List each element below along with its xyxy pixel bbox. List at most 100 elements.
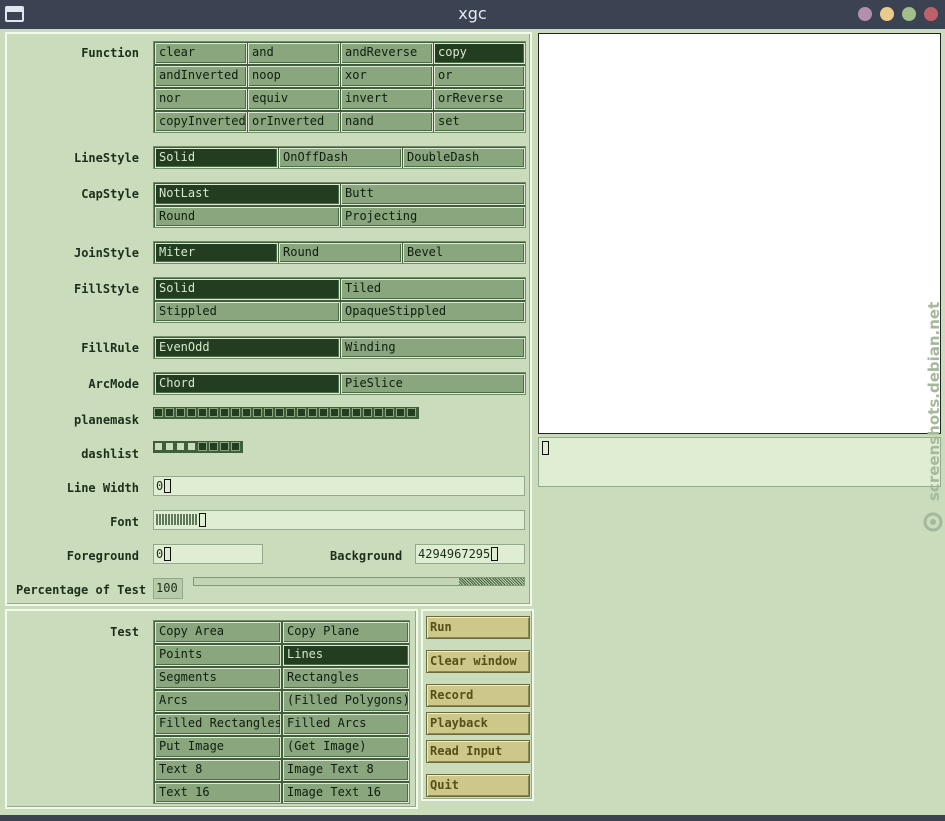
planemask-bit[interactable] <box>165 408 174 417</box>
quit-button[interactable]: Quit <box>426 774 530 797</box>
fillstyle-option-opaquestippled[interactable]: OpaqueStippled <box>341 302 525 322</box>
joinstyle-option-bevel[interactable]: Bevel <box>403 243 525 263</box>
function-option-or[interactable]: or <box>434 66 525 87</box>
planemask-bit[interactable] <box>198 408 207 417</box>
planemask-bit[interactable] <box>231 408 240 417</box>
planemask-bits[interactable] <box>153 407 419 419</box>
planemask-bit[interactable] <box>407 408 416 417</box>
function-option-copyinverted[interactable]: copyInverted <box>155 112 247 132</box>
dashlist-bit[interactable] <box>209 442 218 451</box>
background-input[interactable]: 4294967295 <box>415 544 525 564</box>
function-option-and[interactable]: and <box>248 43 340 64</box>
dashlist-bit[interactable] <box>165 442 174 451</box>
function-option-nor[interactable]: nor <box>155 89 247 110</box>
function-option-invert[interactable]: invert <box>341 89 433 110</box>
linestyle-option-solid[interactable]: Solid <box>155 148 278 168</box>
minimize-button[interactable] <box>858 7 872 21</box>
test-option-text-16[interactable]: Text 16 <box>155 783 281 803</box>
linestyle-option-doubledash[interactable]: DoubleDash <box>403 148 525 168</box>
planemask-bit[interactable] <box>253 408 262 417</box>
planemask-bit[interactable] <box>330 408 339 417</box>
function-option-xor[interactable]: xor <box>341 66 433 87</box>
function-option-clear[interactable]: clear <box>155 43 247 64</box>
test-option-lines[interactable]: Lines <box>283 645 409 666</box>
fillstyle-option-tiled[interactable]: Tiled <box>341 279 525 300</box>
test-option-image-text-16[interactable]: Image Text 16 <box>283 783 409 803</box>
font-input[interactable] <box>153 510 525 530</box>
playback-button[interactable]: Playback <box>426 712 530 735</box>
planemask-bit[interactable] <box>209 408 218 417</box>
function-option-orreverse[interactable]: orReverse <box>434 89 525 110</box>
dashlist-bit[interactable] <box>176 442 185 451</box>
drawing-canvas[interactable] <box>538 33 941 434</box>
joinstyle-option-round[interactable]: Round <box>279 243 402 263</box>
read-input-button[interactable]: Read Input <box>426 740 530 763</box>
function-option-andinverted[interactable]: andInverted <box>155 66 247 87</box>
run-button[interactable]: Run <box>426 616 530 639</box>
linestyle-option-onoffdash[interactable]: OnOffDash <box>279 148 402 168</box>
planemask-bit[interactable] <box>187 408 196 417</box>
test-option-rectangles[interactable]: Rectangles <box>283 668 409 689</box>
capstyle-option-round[interactable]: Round <box>155 207 340 227</box>
function-option-equiv[interactable]: equiv <box>248 89 340 110</box>
result-output[interactable] <box>538 437 941 487</box>
planemask-bit[interactable] <box>352 408 361 417</box>
capstyle-option-butt[interactable]: Butt <box>341 184 525 205</box>
test-option-image-text-8[interactable]: Image Text 8 <box>283 760 409 781</box>
test-option-copy-area[interactable]: Copy Area <box>155 622 281 643</box>
dashlist-bit[interactable] <box>154 442 163 451</box>
planemask-bit[interactable] <box>363 408 372 417</box>
arcmode-option-pieslice[interactable]: PieSlice <box>341 374 525 394</box>
test-option-arcs[interactable]: Arcs <box>155 691 281 712</box>
test-option-text-8[interactable]: Text 8 <box>155 760 281 781</box>
test-option-get-image[interactable]: (Get Image) <box>283 737 409 758</box>
fillrule-option-winding[interactable]: Winding <box>341 338 525 358</box>
planemask-bit[interactable] <box>220 408 229 417</box>
dashlist-bit[interactable] <box>220 442 229 451</box>
function-option-andreverse[interactable]: andReverse <box>341 43 433 64</box>
fillstyle-option-stippled[interactable]: Stippled <box>155 302 340 322</box>
capstyle-option-projecting[interactable]: Projecting <box>341 207 525 227</box>
arcmode-option-chord[interactable]: Chord <box>155 374 340 394</box>
planemask-bit[interactable] <box>341 408 350 417</box>
percentage-slider-thumb[interactable] <box>459 578 524 585</box>
fillstyle-option-solid[interactable]: Solid <box>155 279 340 300</box>
planemask-bit[interactable] <box>385 408 394 417</box>
close-button[interactable] <box>924 7 938 21</box>
function-option-nand[interactable]: nand <box>341 112 433 132</box>
planemask-bit[interactable] <box>319 408 328 417</box>
test-option-filled-rectangles[interactable]: Filled Rectangles <box>155 714 281 735</box>
test-option-segments[interactable]: Segments <box>155 668 281 689</box>
function-option-copy[interactable]: copy <box>434 43 525 64</box>
planemask-bit[interactable] <box>396 408 405 417</box>
planemask-bit[interactable] <box>176 408 185 417</box>
planemask-bit[interactable] <box>275 408 284 417</box>
test-option-filled-polygons[interactable]: (Filled Polygons) <box>283 691 409 712</box>
dashlist-bit[interactable] <box>187 442 196 451</box>
test-option-points[interactable]: Points <box>155 645 281 666</box>
planemask-bit[interactable] <box>308 408 317 417</box>
record-button[interactable]: Record <box>426 684 530 707</box>
planemask-bit[interactable] <box>374 408 383 417</box>
test-option-filled-arcs[interactable]: Filled Arcs <box>283 714 409 735</box>
test-option-copy-plane[interactable]: Copy Plane <box>283 622 409 643</box>
planemask-bit[interactable] <box>154 408 163 417</box>
planemask-bit[interactable] <box>297 408 306 417</box>
dashlist-bit[interactable] <box>231 442 240 451</box>
function-option-orinverted[interactable]: orInverted <box>248 112 340 132</box>
clear-window-button[interactable]: Clear window <box>426 650 530 673</box>
dashlist-bits[interactable] <box>153 441 243 453</box>
linewidth-input[interactable]: 0 <box>153 476 525 496</box>
capstyle-option-notlast[interactable]: NotLast <box>155 184 340 205</box>
planemask-bit[interactable] <box>242 408 251 417</box>
maximize-button[interactable] <box>880 7 894 21</box>
restore-button[interactable] <box>902 7 916 21</box>
fillrule-option-evenodd[interactable]: EvenOdd <box>155 338 340 358</box>
percentage-slider[interactable] <box>193 577 525 586</box>
function-option-noop[interactable]: noop <box>248 66 340 87</box>
dashlist-bit[interactable] <box>198 442 207 451</box>
joinstyle-option-miter[interactable]: Miter <box>155 243 278 263</box>
test-option-put-image[interactable]: Put Image <box>155 737 281 758</box>
function-option-set[interactable]: set <box>434 112 525 132</box>
planemask-bit[interactable] <box>286 408 295 417</box>
